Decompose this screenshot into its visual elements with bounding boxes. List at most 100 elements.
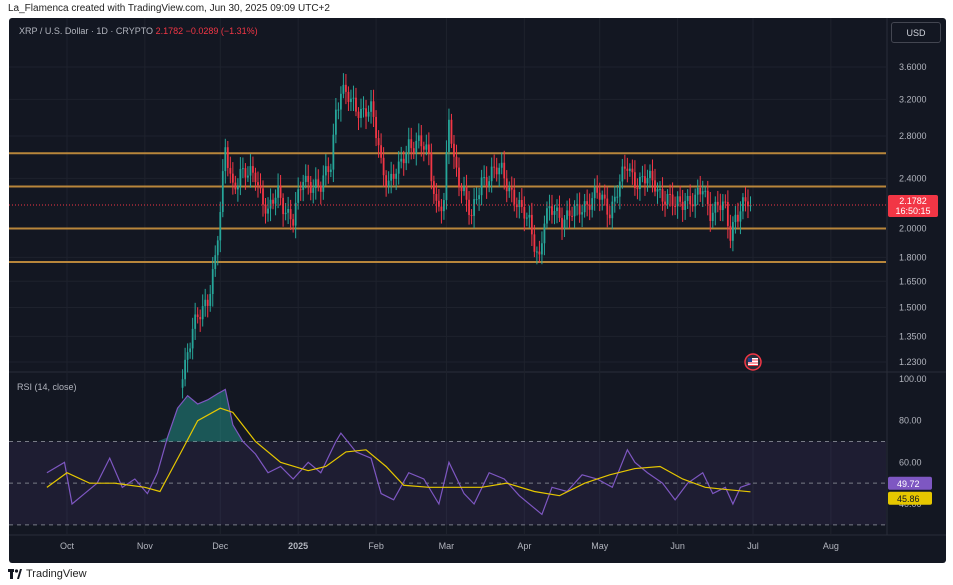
candle-body [558, 207, 561, 218]
candle-body [661, 189, 664, 202]
candle-body [337, 109, 340, 111]
screenshot-frame: La_Flamenca created with TradingView.com… [0, 0, 953, 585]
candle-body [372, 101, 375, 117]
candle-body [422, 146, 425, 150]
rsi-ma-value-label: 45.86 [897, 494, 920, 504]
candle-body [201, 306, 204, 320]
candle-body [249, 166, 252, 176]
candle-body [503, 162, 506, 179]
candle-body [247, 175, 249, 178]
candle-body [211, 269, 214, 295]
candle-body [221, 171, 224, 212]
candle-body [694, 194, 697, 207]
candle-body [184, 359, 187, 380]
candle-body [674, 205, 677, 207]
candle-body [483, 177, 486, 179]
candle-body [726, 202, 729, 226]
chart-area[interactable]: Oct Nov Dec 2025 Feb Mar Apr May Jun Jul Aug 3.6000… [9, 18, 946, 563]
candle-body [405, 152, 408, 164]
candle-body [257, 182, 259, 186]
candle-body [598, 192, 601, 200]
candle-body [189, 348, 192, 353]
candle-body [603, 194, 606, 199]
candle-body [500, 162, 503, 168]
candle-body [460, 187, 463, 192]
currency-button[interactable]: USD [891, 22, 941, 43]
candle-body [739, 211, 742, 222]
candle-body [623, 166, 626, 169]
candle-body [357, 111, 360, 118]
candle-body [709, 204, 712, 222]
candle-body [314, 179, 317, 189]
candle-body [669, 194, 671, 196]
candle-body [470, 214, 473, 216]
tradingview-logo-icon [8, 569, 22, 579]
candle-body [581, 212, 584, 215]
x-tick-label: May [591, 541, 609, 551]
candle-body [561, 217, 563, 228]
candle-body [734, 214, 737, 223]
candle-body [400, 158, 403, 162]
candle-body [626, 168, 629, 171]
candle-body [432, 181, 435, 194]
candle-body [606, 198, 609, 215]
candle-body [551, 206, 553, 215]
candle-body [214, 255, 217, 270]
candle-body [659, 189, 661, 191]
candle-body [304, 175, 307, 182]
candle-body [209, 294, 212, 306]
rsi-y-tick-label: 80.00 [899, 416, 922, 426]
candle-body [566, 210, 568, 220]
symbol-price: 2.1782 [155, 26, 184, 36]
candle-body [417, 135, 420, 141]
candle-body [513, 189, 516, 205]
candle-body [480, 177, 483, 196]
candle-body [312, 188, 315, 193]
candle-body [490, 166, 493, 182]
candle-body [390, 173, 393, 181]
candle-body [455, 156, 458, 168]
y-tick-label: 3.6000 [899, 62, 927, 72]
candle-body [241, 168, 244, 170]
chart-canvas[interactable]: Oct Nov Dec 2025 Feb Mar Apr May Jun Jul Aug 3.6000… [9, 18, 946, 563]
candle-body [473, 199, 475, 216]
symbol-legend: XRP / U.S. Dollar · 1D · CRYPTO 2.1782 −… [19, 26, 258, 36]
candle-body [719, 205, 722, 211]
candle-body [699, 187, 702, 195]
candle-body [621, 166, 624, 182]
candle-body [350, 98, 352, 102]
x-tick-label: Feb [368, 541, 384, 551]
candle-body [628, 168, 631, 171]
candlestick-series[interactable] [181, 73, 752, 399]
candle-body [729, 225, 732, 241]
candle-body [380, 145, 383, 158]
y-tick-label: 2.4000 [899, 173, 927, 183]
candle-body [345, 84, 347, 92]
candle-body [415, 140, 418, 153]
candle-body [646, 178, 649, 184]
candle-body [191, 328, 194, 349]
candle-body [701, 191, 704, 195]
candle-body [478, 195, 481, 200]
candle-body [420, 135, 423, 147]
candle-body [586, 201, 589, 205]
candle-body [252, 166, 254, 173]
candle-body [488, 181, 491, 187]
candle-body [236, 186, 239, 190]
candle-body [269, 199, 272, 209]
footer-brand[interactable]: TradingView [8, 566, 87, 582]
candle-body [563, 219, 566, 228]
us-flag-event-icon[interactable] [744, 353, 762, 371]
candle-body [571, 215, 573, 217]
candle-body [747, 201, 749, 207]
candle-body [656, 189, 659, 192]
candle-body [377, 138, 380, 146]
candle-body [633, 172, 636, 189]
candle-body [322, 175, 325, 192]
candle-body [681, 201, 684, 210]
rsi-overbought-fill [157, 389, 243, 442]
candle-body [219, 211, 222, 241]
candle-body [317, 179, 320, 186]
candle-body [641, 176, 644, 178]
candle-body [299, 189, 302, 191]
